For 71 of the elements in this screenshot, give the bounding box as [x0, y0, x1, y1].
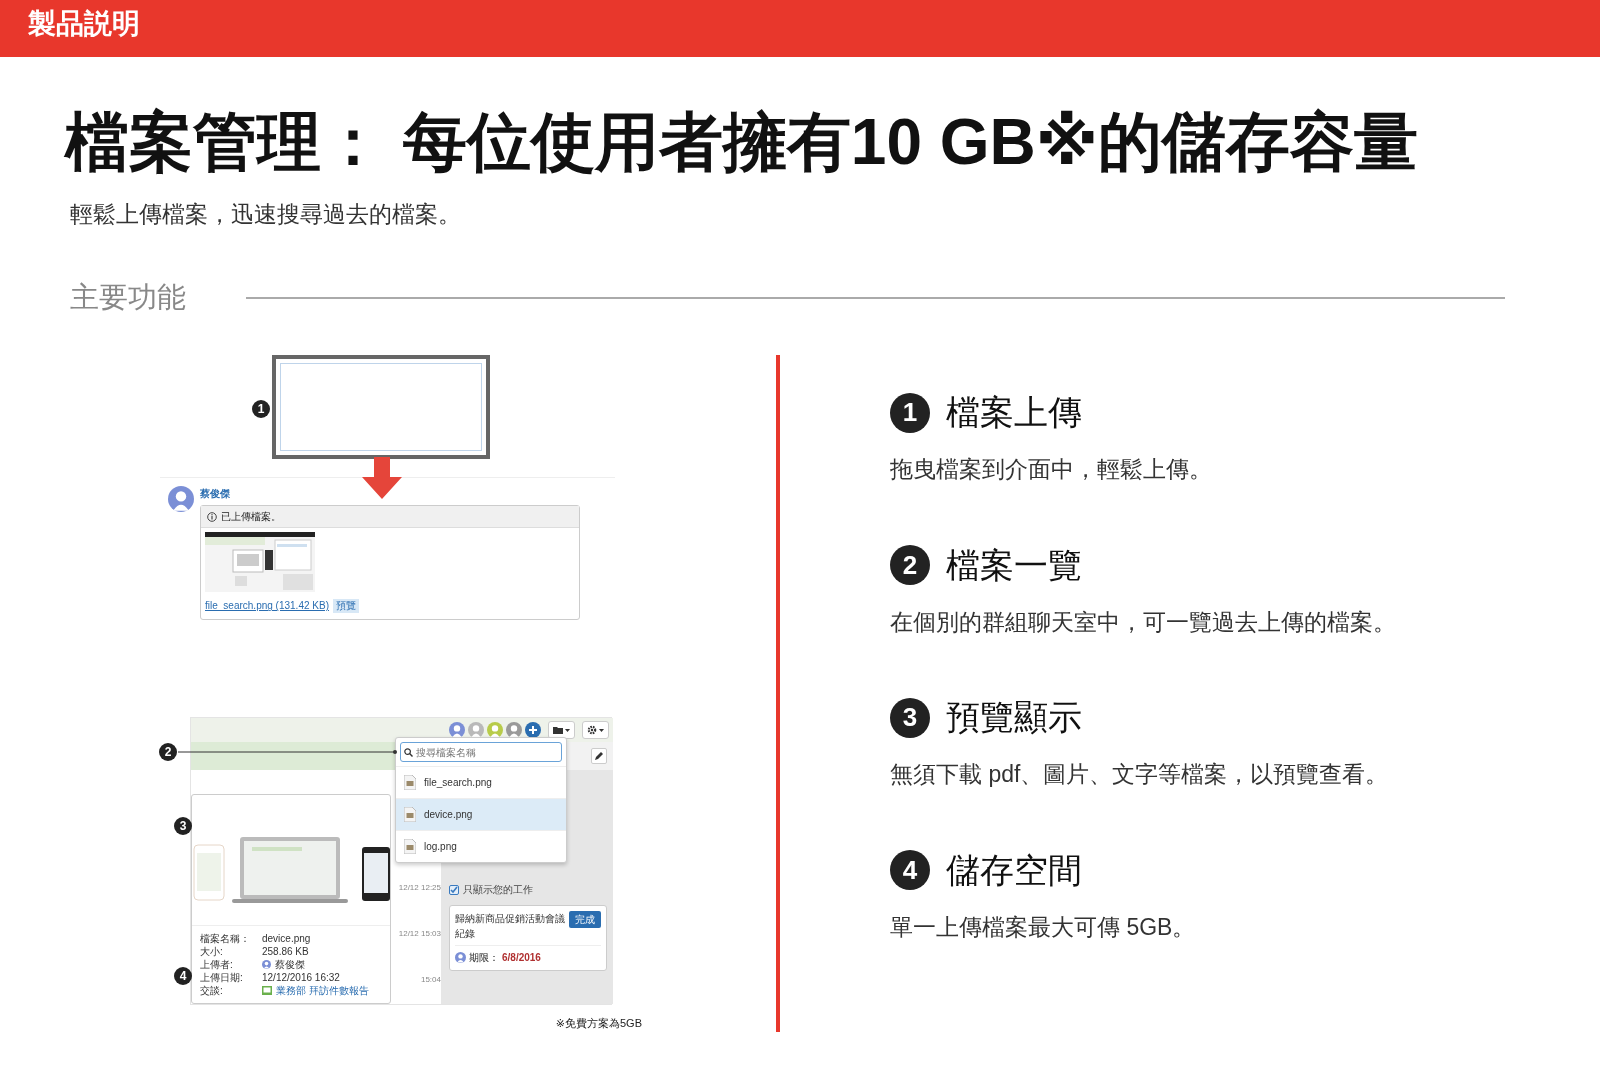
image-file-icon — [404, 775, 416, 791]
detail-label: 檔案名稱： — [200, 932, 251, 946]
due-label: 期限： — [469, 951, 499, 966]
avatar-icon — [168, 486, 194, 513]
caret-icon — [599, 728, 604, 732]
settings-button[interactable] — [582, 721, 609, 740]
detail-label: 上傳日期: — [200, 971, 244, 985]
image-file-icon — [404, 839, 416, 855]
detail-value: device.png — [262, 932, 312, 946]
file-name: log.png — [424, 840, 457, 855]
message-time: 12/12 15:03 — [398, 928, 441, 941]
preview-button[interactable]: 預覽 — [332, 599, 359, 614]
upload-notice: 已上傳檔案。 — [221, 510, 281, 525]
pencil-icon — [594, 751, 604, 762]
detail-value: 258.86 KB — [262, 945, 310, 959]
chat-room-link[interactable]: 業務部 拜訪件數報告 — [276, 984, 369, 998]
file-result[interactable]: device.png — [396, 798, 566, 831]
down-arrow-icon — [362, 457, 402, 500]
section-title: 主要功能 — [70, 279, 186, 315]
add-icon[interactable] — [525, 722, 541, 739]
due-date: 6/8/2016 — [502, 951, 541, 966]
feature-description: 無須下載 pdf、圖片、文字等檔案，以預覽查看。 — [890, 760, 1390, 790]
number-marker: 1 — [890, 392, 930, 433]
edit-button[interactable] — [591, 748, 607, 765]
detail-value: 蔡俊傑 — [275, 958, 305, 972]
info-icon — [207, 511, 217, 522]
number-marker: 3 — [174, 817, 192, 836]
footnote: ※免費方案為5GB — [554, 1016, 642, 1032]
settings-icon — [587, 725, 597, 736]
feature-description: 拖曳檔案到介面中，輕鬆上傳。 — [890, 455, 1213, 485]
done-button[interactable]: 完成 — [569, 911, 601, 929]
number-marker: 2 — [890, 545, 930, 586]
folder-button[interactable] — [548, 721, 575, 740]
checkbox[interactable] — [449, 884, 459, 895]
header-title: 製品説明 — [28, 8, 140, 39]
detail-label: 上傳者: — [200, 958, 234, 972]
page-subtitle: 輕鬆上傳檔案，迅速搜尋過去的檔案。 — [70, 200, 462, 230]
detail-label: 大小: — [200, 945, 224, 959]
detail-label: 交談: — [200, 984, 224, 998]
avatar-icon — [455, 952, 466, 964]
folder-icon — [553, 726, 563, 735]
task-title: 歸納新商品促銷活動會議紀錄 — [455, 912, 565, 942]
number-marker: 1 — [252, 400, 270, 419]
number-marker: 2 — [159, 743, 177, 762]
feature-title: 儲存空間 — [946, 849, 1082, 891]
caret-icon — [565, 728, 570, 732]
drop-zone[interactable] — [272, 355, 490, 460]
number-marker: 4 — [890, 850, 930, 891]
feature-title: 檔案一覽 — [946, 544, 1082, 586]
feature-title: 預覽顯示 — [946, 697, 1082, 739]
file-result[interactable]: log.png — [396, 830, 566, 863]
screenshot-thumbnail[interactable] — [205, 532, 315, 593]
chat-room-icon — [262, 986, 272, 996]
message-time: 12/12 12:25 — [398, 882, 441, 895]
number-marker: 3 — [890, 697, 930, 738]
message-time: 15:04 — [420, 974, 441, 987]
feature-description: 單一上傳檔案最大可傳 5GB。 — [890, 912, 1197, 942]
page-headline: 檔案管理： 每位使用者擁有10 GB※的儲存容量 — [65, 107, 1419, 178]
avatar-icon — [262, 960, 271, 970]
image-file-icon — [404, 807, 416, 823]
check-icon — [450, 885, 458, 894]
detail-value: 12/12/2016 16:32 — [262, 971, 341, 985]
file-link[interactable]: file_search.png (131.42 KB) — [205, 600, 329, 612]
checkbox-label: 只顯示您的工作 — [463, 883, 533, 898]
number-marker: 4 — [174, 967, 192, 986]
feature-title: 檔案上傳 — [946, 392, 1082, 434]
user-name[interactable]: 蔡俊傑 — [200, 486, 580, 502]
search-field[interactable]: 搜尋檔案名稱 — [400, 742, 562, 763]
feature-description: 在個別的群組聊天室中，可一覽過去上傳的檔案。 — [890, 607, 1396, 637]
file-name: device.png — [424, 808, 473, 823]
file-name: file_search.png — [424, 776, 492, 791]
